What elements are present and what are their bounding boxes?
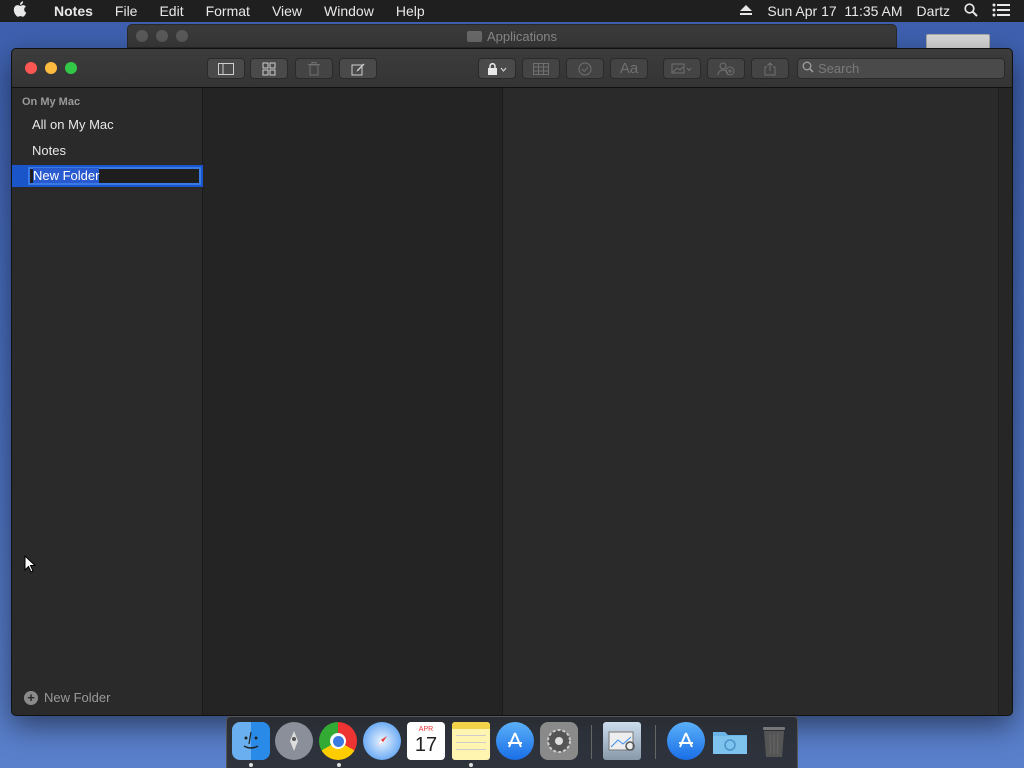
spotlight-search-icon[interactable] bbox=[964, 2, 978, 20]
dock-separator bbox=[591, 725, 592, 759]
dock: APR 17 bbox=[226, 716, 798, 768]
app-store-icon[interactable] bbox=[496, 722, 534, 760]
new-folder-label: New Folder bbox=[44, 690, 111, 705]
add-people-icon bbox=[717, 62, 735, 75]
search-placeholder: Search bbox=[818, 61, 860, 76]
checklist-icon bbox=[578, 62, 592, 75]
notification-center-icon[interactable] bbox=[992, 3, 1010, 20]
new-folder-button[interactable]: + New Folder bbox=[24, 690, 110, 705]
notes-window: Aa Search On My Mac All on My Mac Notes … bbox=[11, 48, 1013, 716]
menu-format[interactable]: Format bbox=[206, 3, 250, 19]
lock-note-button[interactable] bbox=[478, 58, 516, 79]
dock-separator-2 bbox=[655, 725, 656, 759]
trash-icon bbox=[308, 61, 320, 75]
downloads-folder-icon[interactable] bbox=[711, 722, 749, 760]
safari-icon[interactable] bbox=[363, 722, 401, 760]
menu-app-name[interactable]: Notes bbox=[54, 3, 93, 19]
background-window-title-wrap: Applications bbox=[128, 29, 896, 44]
eject-icon[interactable] bbox=[739, 3, 753, 19]
menu-view[interactable]: View bbox=[272, 3, 302, 19]
format-button[interactable]: Aa bbox=[610, 58, 648, 79]
notes-list[interactable] bbox=[203, 88, 503, 715]
menu-bar: Notes File Edit Format View Window Help … bbox=[0, 0, 1024, 22]
calendar-day: 17 bbox=[414, 734, 438, 756]
folder-name-input[interactable]: New Folder bbox=[28, 167, 201, 185]
calendar-icon[interactable]: APR 17 bbox=[407, 722, 445, 760]
text-format-icon: Aa bbox=[619, 60, 639, 77]
sidebar-section-title: On My Mac bbox=[22, 96, 81, 108]
share-icon bbox=[764, 61, 776, 75]
sidebar-icon bbox=[218, 62, 234, 75]
grid-icon bbox=[262, 62, 276, 75]
trash-can-icon[interactable] bbox=[755, 722, 793, 760]
share-button[interactable] bbox=[751, 58, 789, 79]
toggle-sidebar-button[interactable] bbox=[207, 58, 245, 79]
background-window-title: Applications bbox=[486, 29, 558, 44]
lock-icon bbox=[488, 62, 507, 75]
folder-icon bbox=[466, 31, 482, 42]
photo-icon bbox=[671, 63, 692, 73]
menu-help[interactable]: Help bbox=[396, 3, 425, 19]
add-people-button[interactable] bbox=[707, 58, 745, 79]
folder-name-input-value: New Folder bbox=[33, 168, 100, 183]
toolbar: Aa Search bbox=[12, 49, 1012, 88]
sidebar-item-new-folder[interactable]: New Folder bbox=[12, 165, 203, 187]
chrome-running-indicator bbox=[337, 763, 341, 767]
app-store-folder-icon[interactable] bbox=[667, 722, 705, 760]
checklist-button[interactable] bbox=[566, 58, 604, 79]
new-note-button[interactable] bbox=[339, 58, 377, 79]
minimize-button[interactable] bbox=[45, 62, 57, 74]
calendar-month: APR bbox=[418, 726, 434, 733]
scrollbar[interactable] bbox=[998, 88, 1012, 715]
finder-running-indicator bbox=[249, 763, 253, 767]
compose-icon bbox=[351, 63, 365, 75]
table-icon bbox=[533, 62, 549, 75]
user-name[interactable]: Dartz bbox=[917, 3, 950, 19]
window-controls bbox=[25, 62, 85, 74]
menu-edit[interactable]: Edit bbox=[159, 3, 183, 19]
note-editor[interactable] bbox=[503, 88, 998, 715]
table-button[interactable] bbox=[522, 58, 560, 79]
system-preferences-icon[interactable] bbox=[540, 722, 578, 760]
menu-window[interactable]: Window bbox=[324, 3, 374, 19]
notes-running-indicator bbox=[469, 763, 473, 767]
sidebar-item-notes[interactable]: Notes bbox=[32, 143, 66, 158]
media-button[interactable] bbox=[663, 58, 701, 79]
attachments-browser-button[interactable] bbox=[250, 58, 288, 79]
search-icon bbox=[798, 61, 818, 76]
delete-note-button[interactable] bbox=[295, 58, 333, 79]
clock[interactable]: Sun Apr 17 11:35 AM bbox=[767, 3, 902, 19]
preview-icon[interactable] bbox=[603, 722, 641, 760]
menu-file[interactable]: File bbox=[115, 3, 138, 19]
sidebar-item-all-on-my-mac[interactable]: All on My Mac bbox=[32, 117, 114, 132]
folders-sidebar: On My Mac All on My Mac Notes New Folder… bbox=[12, 88, 203, 715]
background-window[interactable]: Applications bbox=[127, 24, 897, 48]
notes-app-icon[interactable] bbox=[452, 722, 490, 760]
zoom-button[interactable] bbox=[65, 62, 77, 74]
finder-icon[interactable] bbox=[232, 722, 270, 760]
plus-icon: + bbox=[24, 690, 38, 705]
chrome-icon[interactable] bbox=[319, 722, 357, 760]
close-button[interactable] bbox=[25, 62, 37, 74]
launchpad-icon[interactable] bbox=[275, 722, 313, 760]
search-field[interactable]: Search bbox=[797, 58, 1005, 79]
apple-menu-icon[interactable] bbox=[0, 1, 40, 21]
mouse-cursor-icon bbox=[24, 554, 37, 578]
